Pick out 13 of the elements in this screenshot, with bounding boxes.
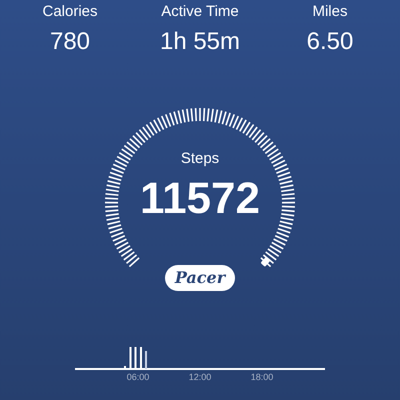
gauge-marker	[260, 256, 270, 267]
stat-value: 780	[50, 27, 90, 57]
time-label: 12:00	[188, 371, 212, 384]
stat-label: Active Time	[161, 2, 239, 22]
steps-count: 11572	[140, 174, 260, 224]
time-label: 06:00	[126, 371, 150, 384]
stat-label: Miles	[312, 2, 348, 22]
stat-value: 6.50	[306, 27, 354, 57]
time-label: 18:00	[250, 371, 274, 384]
steps-label: Steps	[180, 149, 220, 169]
stat-value: 1h 55m	[160, 27, 240, 57]
pacer-button[interactable]: Pacer	[165, 265, 235, 291]
stat-label: Calories	[42, 2, 98, 22]
